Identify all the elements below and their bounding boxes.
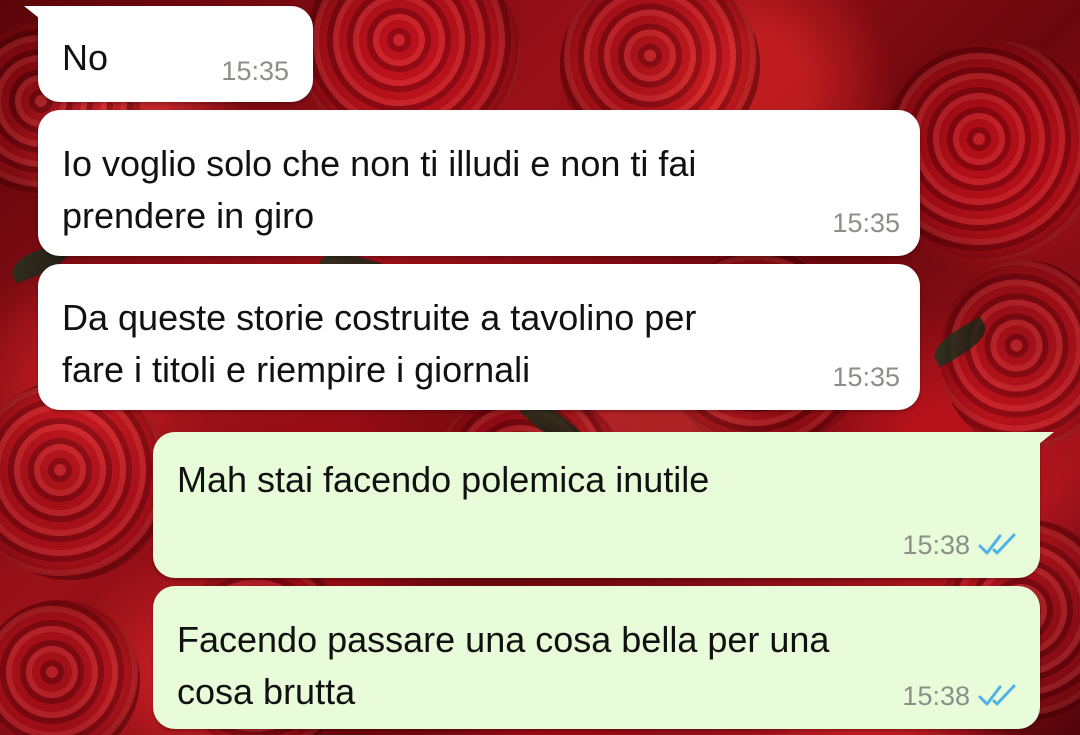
message-time: 15:38 [902, 681, 970, 711]
message-bubble-incoming[interactable]: No 15:35 [24, 6, 313, 102]
message-time: 15:35 [832, 362, 900, 392]
bubble-tail [24, 6, 54, 30]
message-text: Io voglio solo che non ti illudi e non t… [62, 143, 697, 236]
message-time: 15:35 [832, 208, 900, 238]
message-list[interactable]: No 15:35 Io voglio solo che non ti illud… [0, 0, 1080, 735]
message-meta: 15:38 [902, 530, 1020, 560]
message-bubble-incoming[interactable]: Da queste storie costruite a tavolino pe… [38, 264, 920, 410]
message-bubble-outgoing[interactable]: Facendo passare una cosa bella per una c… [153, 586, 1040, 729]
message-text: Da queste storie costruite a tavolino pe… [62, 297, 697, 390]
message-meta: 15:35 [832, 208, 900, 238]
bubble-tail [1024, 432, 1054, 456]
double-check-read-icon [978, 533, 1016, 555]
message-time: 15:35 [221, 56, 289, 86]
double-check-read-icon [978, 684, 1016, 706]
message-time: 15:38 [902, 530, 970, 560]
message-bubble-outgoing[interactable]: Mah stai facendo polemica inutile 15:38 [153, 432, 1054, 578]
message-meta: 15:38 [902, 681, 1020, 711]
message-meta: 15:35 [221, 56, 289, 86]
message-text: Mah stai facendo polemica inutile [177, 459, 710, 500]
message-text: Facendo passare una cosa bella per una c… [177, 619, 830, 712]
message-bubble-incoming[interactable]: Io voglio solo che non ti illudi e non t… [38, 110, 920, 256]
message-meta: 15:35 [832, 362, 900, 392]
